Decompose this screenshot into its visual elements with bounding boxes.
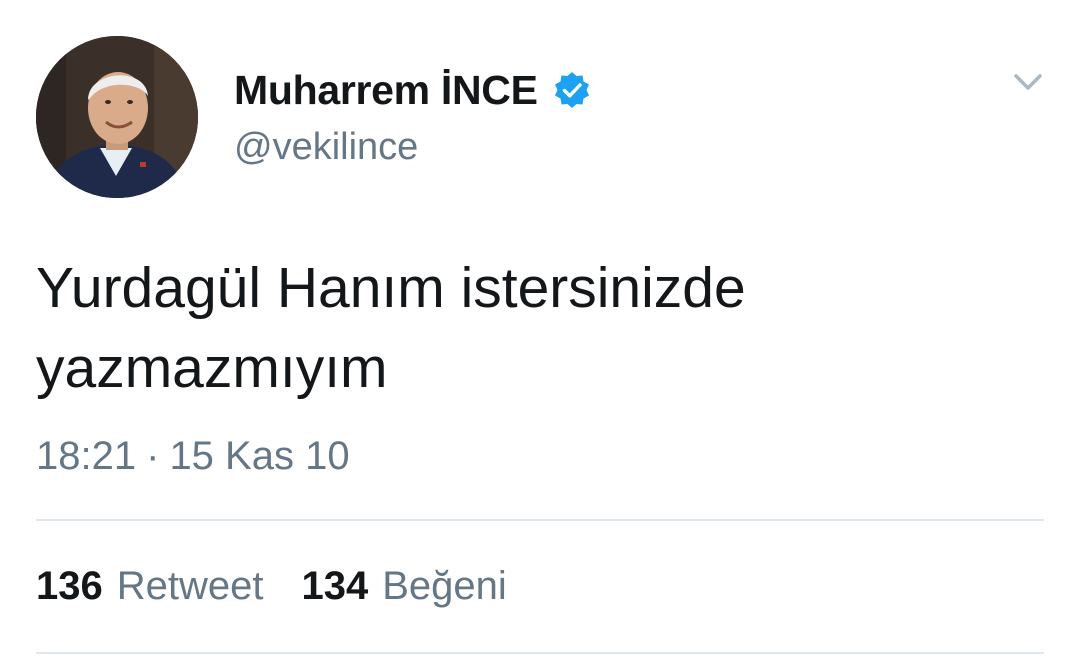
- tweet-timestamp[interactable]: 18:21 · 15 Kas 10: [36, 430, 350, 482]
- tweet-time: 18:21: [36, 433, 137, 478]
- like-label: Beğeni: [382, 563, 507, 608]
- tweet-text: Yurdagül Hanım istersinizde yazmazmıyım: [36, 248, 1036, 408]
- tweet-text-line: yazmazmıyım: [36, 336, 388, 400]
- display-name[interactable]: Muharrem İNCE: [234, 67, 538, 114]
- retweet-count: 136: [36, 563, 103, 608]
- verified-badge-icon: [554, 72, 589, 108]
- tweet-text-line: Yurdagül Hanım istersinizde: [36, 256, 746, 320]
- retweet-stat[interactable]: 136 Retweet: [36, 564, 264, 609]
- user-handle[interactable]: @vekilince: [234, 126, 418, 169]
- divider: [36, 519, 1044, 521]
- chevron-down-icon[interactable]: [1008, 62, 1048, 102]
- avatar[interactable]: [36, 36, 198, 198]
- like-count: 134: [301, 563, 369, 608]
- retweet-label: Retweet: [116, 563, 264, 608]
- tweet-detail: Muharrem İNCE @vekilince Yurdagül Hanım …: [0, 0, 1080, 658]
- like-stat[interactable]: 134 Beğeni: [302, 564, 507, 609]
- author-name-row[interactable]: Muharrem İNCE: [234, 62, 592, 118]
- engagement-stats: 136 Retweet 134 Beğeni: [36, 560, 507, 612]
- divider: [36, 652, 1044, 654]
- avatar-image: [36, 36, 198, 198]
- tweet-date: 15 Kas 10: [169, 433, 350, 478]
- separator-dot: ·: [146, 433, 160, 478]
